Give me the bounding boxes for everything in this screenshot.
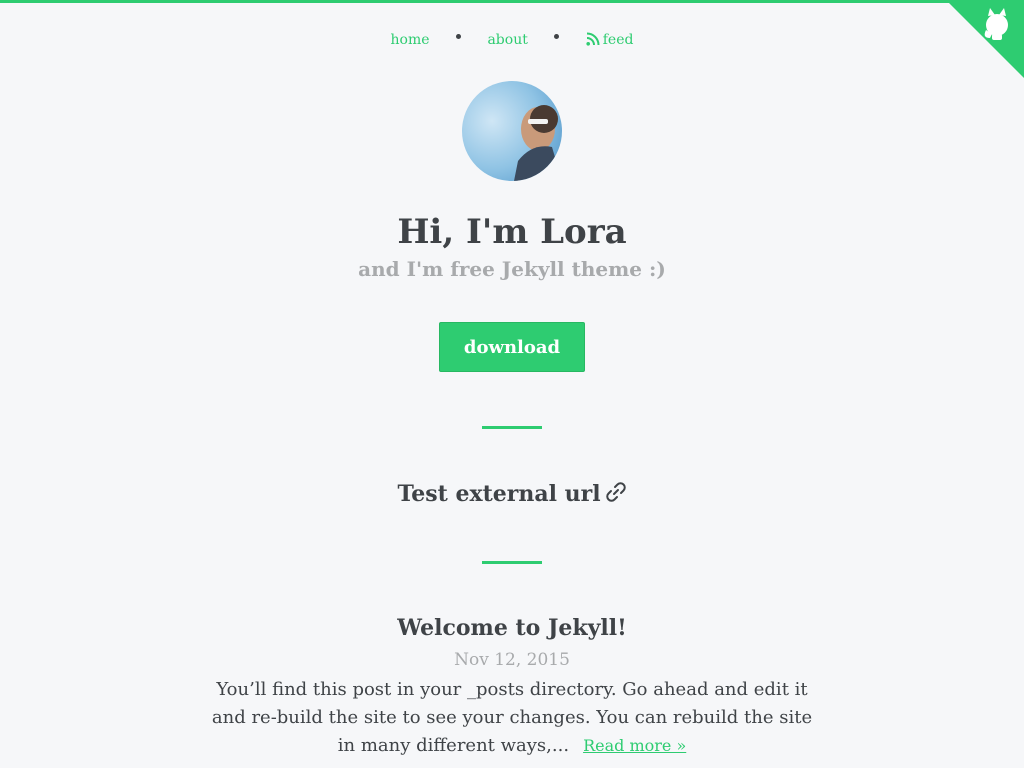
- avatar: [462, 81, 562, 181]
- post-excerpt: You’ll find this post in your _posts dir…: [208, 676, 816, 760]
- link-icon: [605, 482, 626, 502]
- nav-link-feed[interactable]: feed: [586, 32, 634, 48]
- top-accent-bar: [0, 0, 1024, 3]
- post-title-link[interactable]: Test external url: [397, 481, 600, 507]
- main-nav: home about feed: [0, 32, 1024, 48]
- post-item-external: Test external url: [0, 481, 1024, 507]
- post-excerpt-text: You’ll find this post in your _posts dir…: [211, 679, 813, 756]
- nav-link-about[interactable]: about: [487, 32, 527, 48]
- hero-subtitle: and I'm free Jekyll theme :): [358, 257, 666, 281]
- rss-icon: [586, 32, 600, 46]
- nav-separator: [456, 34, 461, 39]
- post-date: Nov 12, 2015: [454, 650, 570, 670]
- hero-title: Hi, I'm Lora: [397, 212, 627, 252]
- section-divider: [482, 561, 542, 564]
- download-button[interactable]: download: [439, 322, 585, 372]
- nav-separator: [554, 34, 560, 39]
- nav-link-home[interactable]: home: [391, 32, 430, 48]
- nav-feed-label: feed: [602, 32, 634, 48]
- section-divider: [482, 426, 542, 429]
- post-title-link[interactable]: Welcome to Jekyll!: [0, 615, 1024, 641]
- read-more-link[interactable]: Read more »: [583, 736, 686, 755]
